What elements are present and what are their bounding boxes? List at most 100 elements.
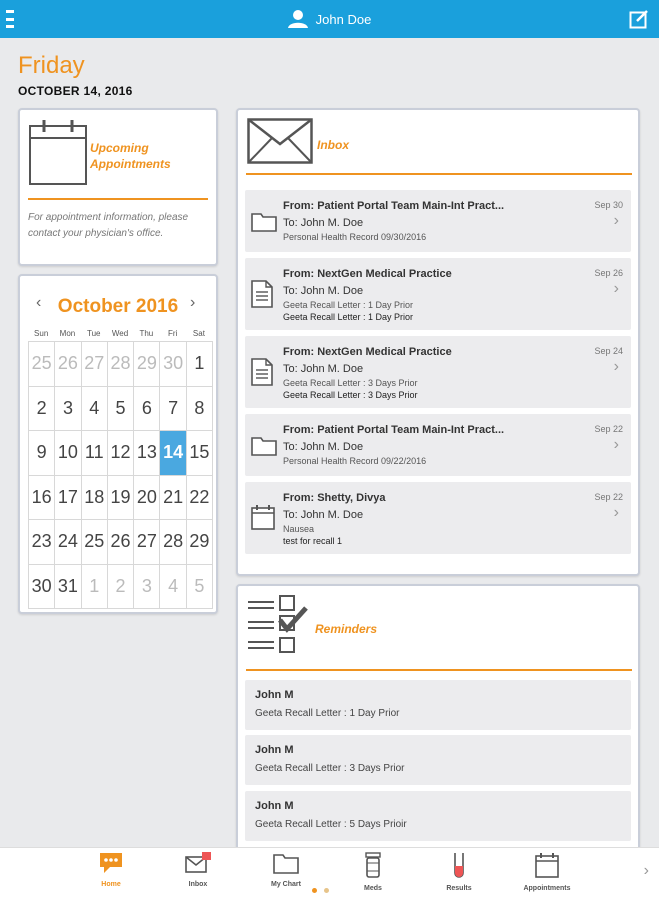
inbox-message[interactable]: From: Shetty, Divya To: John M. Doe Nausea… [245,482,631,554]
reminder-text: Geeta Recall Letter : 5 Days Prioir [255,819,407,830]
calendar-day[interactable]: 14 [160,431,187,476]
menu-icon[interactable] [6,10,20,28]
nav-item-results[interactable]: Results [424,852,494,892]
document-icon [251,280,273,313]
calendar-day[interactable]: 26 [107,520,135,565]
calendar-day[interactable]: 25 [81,520,108,565]
calendar-day[interactable]: 5 [107,386,135,431]
calendar-day[interactable]: 26 [55,342,82,387]
test-tube-icon [452,853,466,882]
nav-item-meds[interactable]: Meds [338,852,408,892]
calendar-day[interactable]: 27 [81,342,108,387]
calendar-day[interactable]: 1 [186,342,214,387]
calendar-next-button[interactable]: › [190,294,195,312]
calendar-day[interactable]: 29 [134,342,161,387]
calendar-day[interactable]: 30 [160,342,187,387]
calendar-day[interactable]: 15 [186,431,214,476]
nav-item-appointments[interactable]: Appointments [512,852,582,892]
calendar-card: October 2016 ‹ › Sun Mon Tue Wed Thu Fri Sat 2… [18,274,218,614]
day-date: OCTOBER 14, 2016 [18,84,133,98]
calendar-day[interactable]: 18 [81,475,108,520]
user-icon [287,10,308,28]
inbox-message[interactable]: From: NextGen Medical Practice To: John M… [245,336,631,408]
document-icon [251,358,273,391]
envelope-icon [185,852,211,878]
weekday-label: Fri [167,329,178,338]
calendar-day[interactable]: 23 [29,520,56,565]
calendar-header: October 2016 ‹ › [20,294,216,318]
calendar-weekdays: Sun Mon Tue Wed Thu Fri Sat [28,329,212,338]
calendar-day[interactable]: 2 [107,564,135,609]
calendar-day[interactable]: 4 [81,386,108,431]
calendar-grid: 25 26 27 28 29 30 1 2 3 4 5 6 7 8 9 10 11 12 13 14 15 16 17 18 1… [28,341,214,609]
calendar-day[interactable]: 21 [160,475,187,520]
calendar-day[interactable]: 20 [134,475,161,520]
message-date: Sep 24 [594,346,623,356]
message-from: From: Patient Portal Team Main-Int Pract… [283,424,505,436]
inbox-message[interactable]: From: NextGen Medical Practice To: John M… [245,258,631,330]
calendar-prev-button[interactable]: ‹ [36,294,41,312]
chat-bubble-icon [98,853,124,878]
nav-item-inbox[interactable]: Inbox [163,852,233,888]
calendar-day[interactable]: 5 [186,564,214,609]
calendar-day[interactable]: 28 [160,520,187,565]
calendar-day[interactable]: 1 [81,564,108,609]
calendar-day[interactable]: 7 [160,386,187,431]
calendar-day[interactable]: 3 [55,386,82,431]
calendar-day[interactable]: 30 [29,564,56,609]
calendar-day[interactable]: 11 [81,431,108,476]
inbox-message[interactable]: From: Patient Portal Team Main-Int Pract… [245,190,631,252]
reminder-text: Geeta Recall Letter : 3 Days Prior [255,763,405,774]
calendar-day[interactable]: 27 [134,520,161,565]
reminder-item[interactable]: John M Geeta Recall Letter : 5 Days Prioi… [245,791,631,841]
chevron-right-icon: › [613,280,619,297]
divider [28,198,208,200]
calendar-icon [251,504,275,535]
calendar-day[interactable]: 29 [186,520,214,565]
chevron-right-icon: › [613,212,619,229]
inbox-message[interactable]: From: Patient Portal Team Main-Int Pract… [245,414,631,476]
calendar-day[interactable]: 2 [29,386,56,431]
calendar-day[interactable]: 24 [55,520,82,565]
weekday-label: Wed [111,329,129,338]
calendar-day[interactable]: 22 [186,475,214,520]
calendar-day[interactable]: 3 [134,564,161,609]
calendar-day[interactable]: 19 [107,475,135,520]
nav-item-home[interactable]: Home [76,852,146,888]
message-from: From: NextGen Medical Practice [283,346,452,358]
calendar-day[interactable]: 6 [134,386,161,431]
calendar-day[interactable]: 17 [55,475,82,520]
message-subject: Geeta Recall Letter : 3 Days Prior [283,378,418,388]
nav-label: Appointments [523,885,571,892]
calendar-day[interactable]: 31 [55,564,82,609]
reminder-item[interactable]: John M Geeta Recall Letter : 1 Day Prior [245,680,631,730]
message-date: Sep 30 [594,200,623,210]
calendar-day[interactable]: 4 [160,564,187,609]
appointments-title: Upcoming Appointments [90,141,171,171]
calendar-day[interactable]: 13 [134,431,161,476]
calendar-day[interactable]: 12 [107,431,135,476]
reminder-item[interactable]: John M Geeta Recall Letter : 3 Days Prior [245,735,631,785]
nav-next-button[interactable]: › [644,862,649,880]
compose-icon[interactable] [629,9,649,29]
nav-item-my-chart[interactable]: My Chart [251,852,321,888]
calendar-day[interactable]: 25 [29,342,56,387]
weekday-label: Thu [139,329,154,338]
calendar-icon [535,853,559,882]
calendar-day[interactable]: 8 [186,386,214,431]
nav-label: Meds [364,885,382,892]
calendar-day[interactable]: 10 [55,431,82,476]
message-preview: Geeta Recall Letter : 1 Day Prior [283,312,414,322]
day-name: Friday [18,52,85,79]
user-header: John Doe [287,10,371,28]
folder-icon [251,210,277,237]
calendar-day[interactable]: 9 [29,431,56,476]
appointments-card[interactable]: Upcoming Appointments For appointment in… [18,108,218,266]
calendar-day[interactable]: 28 [107,342,135,387]
message-to: To: John M. Doe [283,217,364,229]
divider [246,669,632,671]
calendar-day[interactable]: 16 [29,475,56,520]
nav-label: Inbox [188,881,208,888]
message-from: From: NextGen Medical Practice [283,268,452,280]
nav-label: My Chart [271,881,301,888]
